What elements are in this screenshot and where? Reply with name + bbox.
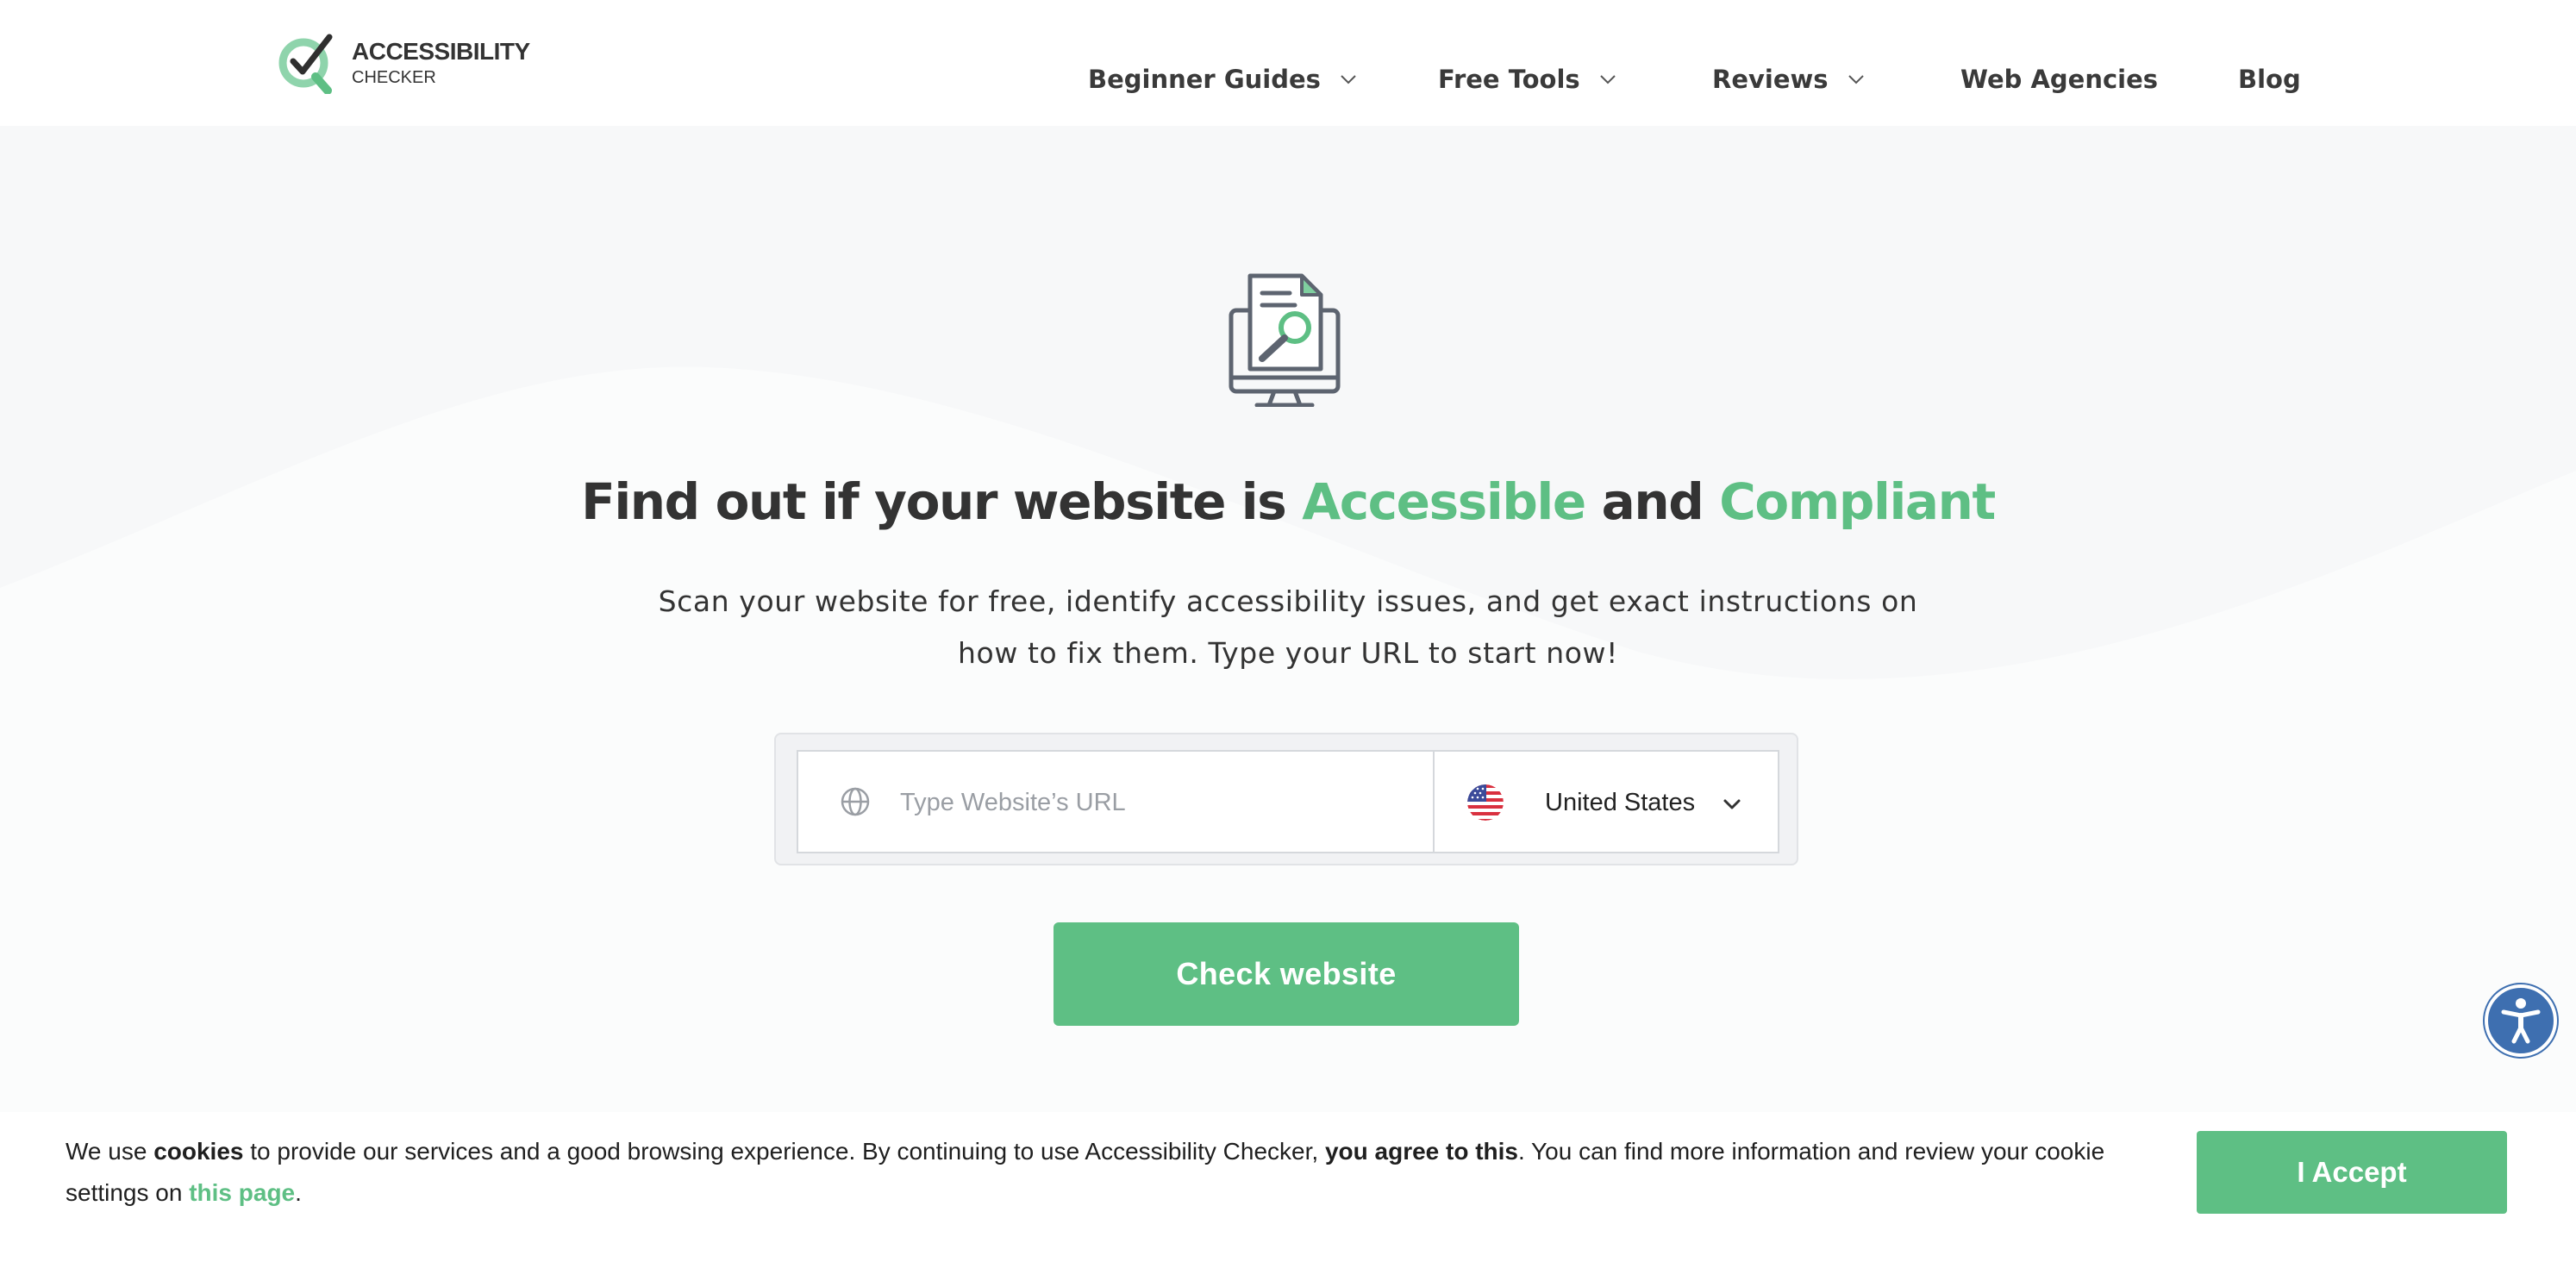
cookie-message: We use cookies to provide our services a… [66,1131,2169,1214]
headline-text: and [1585,472,1720,531]
monitor-document-search-icon [1229,273,1341,407]
logo-subtitle: CHECKER [352,68,436,87]
cookie-settings-link[interactable]: this page [189,1179,295,1206]
country-selected-value: United States [1545,789,1696,816]
hero-section: Find out if your website is Accessible a… [0,126,2576,1126]
accessibility-widget-button[interactable] [2485,984,2557,1057]
url-input[interactable] [900,783,1383,822]
cookie-text-part: to provide our services and a good brows… [243,1138,1325,1165]
nav-label: Blog [2238,65,2301,94]
check-website-button[interactable]: Check website [1054,922,1519,1026]
hero-subtitle: Scan your website for free, identify acc… [641,576,1935,679]
headline-accessible: Accessible [1302,472,1586,531]
nav-blog[interactable]: Blog [2238,60,2301,98]
us-flag-icon [1467,784,1504,821]
subtitle-line: Scan your website for free, identify acc… [658,584,1918,618]
nav-beginner-guides[interactable]: Beginner Guides [1088,60,1357,98]
url-field-wrapper[interactable] [797,750,1435,853]
nav-free-tools[interactable]: Free Tools [1438,60,1616,98]
country-select[interactable]: United States [1433,750,1779,853]
chevron-down-icon [1723,799,1741,809]
cookie-bold-agree: you agree to this [1324,1138,1518,1165]
nav-label: Reviews [1712,65,1829,94]
site-header: ACCESSIBILITY CHECKER Beginner Guides Fr… [0,0,2576,126]
accept-cookies-button[interactable]: I Accept [2197,1131,2507,1214]
cookie-consent-bar: We use cookies to provide our services a… [0,1112,2576,1262]
globe-icon [841,787,870,816]
nav-label: Free Tools [1438,65,1580,94]
nav-web-agencies[interactable]: Web Agencies [1960,60,2158,98]
nav-label: Beginner Guides [1088,65,1321,94]
accessibility-person-icon [2501,998,2541,1044]
headline-text: Find out if your website is [581,472,1303,531]
site-logo[interactable]: ACCESSIBILITY CHECKER [276,31,535,95]
logo-title: ACCESSIBILITY [352,38,530,65]
headline-compliant: Compliant [1719,472,1996,531]
chevron-down-icon [1848,75,1864,84]
chevron-down-icon [1341,75,1356,84]
logo-check-icon [278,34,333,94]
subtitle-line: how to fix them. Type your URL to start … [958,636,1618,670]
chevron-down-icon [1599,75,1616,84]
cookie-text-part: . [295,1179,302,1206]
nav-label: Web Agencies [1960,65,2159,94]
cookie-bold-cookies: cookies [153,1138,244,1165]
hero-headline: Find out if your website is Accessible a… [0,472,2576,531]
nav-reviews[interactable]: Reviews [1712,60,1865,98]
url-search-form: United States [774,733,1798,865]
cookie-text-part: We use [66,1138,154,1165]
